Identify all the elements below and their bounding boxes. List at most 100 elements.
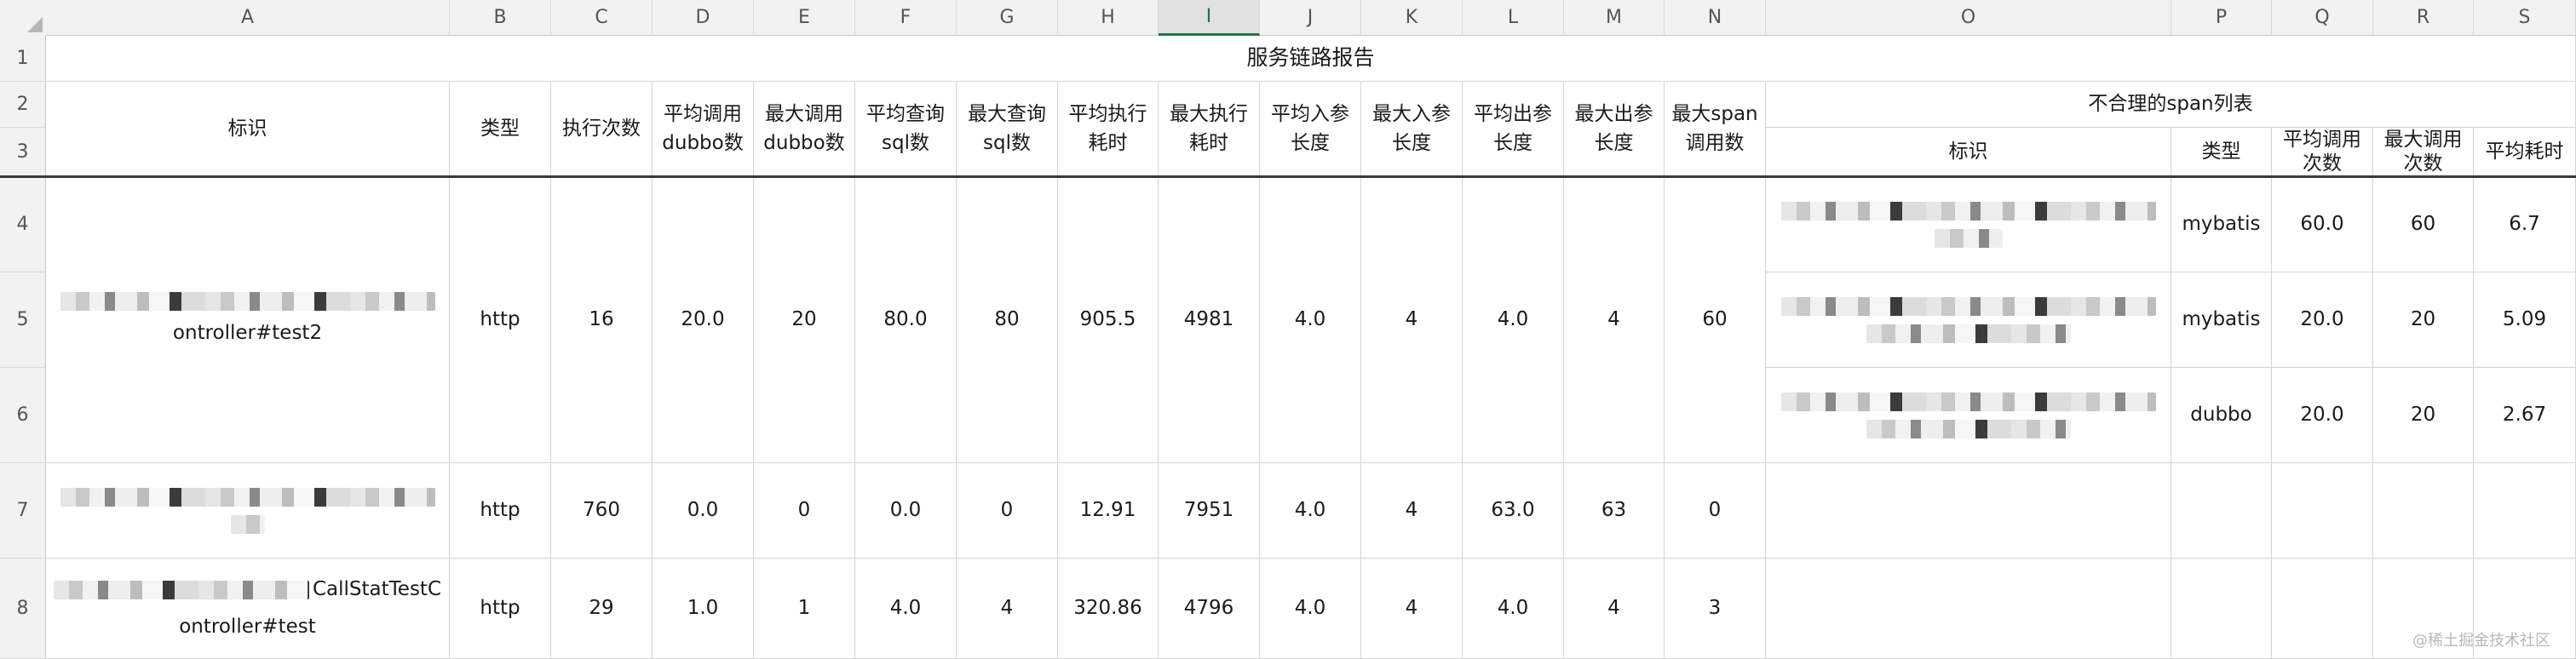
header-max-dubbo[interactable]: 最大调用dubbo数	[754, 82, 855, 177]
header-type[interactable]: 类型	[450, 82, 551, 177]
record-3-avg-sql[interactable]: 4.0	[855, 559, 957, 659]
record-3-span-empty[interactable]	[1766, 559, 2171, 659]
record-2-type[interactable]: http	[450, 463, 551, 559]
record-2-max-sql[interactable]: 0	[957, 463, 1058, 559]
header-avg-time[interactable]: 平均执行耗时	[1058, 82, 1159, 177]
record-1-avg-time[interactable]: 905.5	[1058, 177, 1159, 463]
record-2-max-span[interactable]: 0	[1665, 463, 1766, 559]
header-avg-in[interactable]: 平均入参长度	[1260, 82, 1361, 177]
header-avg-sql[interactable]: 平均查询sql数	[855, 82, 957, 177]
record-2-max-dubbo[interactable]: 0	[754, 463, 855, 559]
span-1-type[interactable]: mybatis	[2171, 177, 2272, 272]
span-3-max-calls[interactable]: 20	[2373, 368, 2474, 463]
span-3-identifier[interactable]	[1766, 368, 2171, 463]
header-max-sql[interactable]: 最大查询sql数	[957, 82, 1058, 177]
record-2-avg-in[interactable]: 4.0	[1260, 463, 1361, 559]
span-3-avg-calls[interactable]: 20.0	[2272, 368, 2373, 463]
header-max-time[interactable]: 最大执行耗时	[1159, 82, 1260, 177]
record-3-max-sql[interactable]: 4	[957, 559, 1058, 659]
record-2-max-out[interactable]: 63	[1564, 463, 1665, 559]
header-span-avg-time[interactable]: 平均耗时	[2474, 128, 2576, 177]
row-header-2[interactable]: 2	[0, 82, 46, 128]
record-2-avg-sql[interactable]: 0.0	[855, 463, 957, 559]
record-2-span-avg-empty[interactable]	[2272, 463, 2373, 559]
record-3-type[interactable]: http	[450, 559, 551, 659]
record-3-avg-out[interactable]: 4.0	[1463, 559, 1564, 659]
span-2-avg-calls[interactable]: 20.0	[2272, 272, 2373, 368]
row-header-3[interactable]: 3	[0, 128, 46, 177]
record-2-span-type-empty[interactable]	[2171, 463, 2272, 559]
span-1-max-calls[interactable]: 60	[2373, 177, 2474, 272]
span-3-type[interactable]: dubbo	[2171, 368, 2272, 463]
header-avg-out[interactable]: 平均出参长度	[1463, 82, 1564, 177]
header-span-identifier[interactable]: 标识	[1766, 128, 2171, 177]
record-1-max-in[interactable]: 4	[1361, 177, 1463, 463]
record-2-exec[interactable]: 760	[551, 463, 653, 559]
column-header-l[interactable]: L	[1463, 0, 1564, 36]
span-2-type[interactable]: mybatis	[2171, 272, 2272, 368]
column-header-m[interactable]: M	[1564, 0, 1665, 36]
select-all-corner[interactable]	[0, 0, 47, 37]
column-header-a[interactable]: A	[46, 0, 450, 36]
span-1-identifier[interactable]	[1766, 177, 2171, 272]
row-header-6[interactable]: 6	[0, 368, 46, 463]
record-2-max-in[interactable]: 4	[1361, 463, 1463, 559]
record-1-max-sql[interactable]: 80	[957, 177, 1058, 463]
span-2-max-calls[interactable]: 20	[2373, 272, 2474, 368]
column-header-q[interactable]: Q	[2272, 0, 2373, 36]
record-1-avg-sql[interactable]: 80.0	[855, 177, 957, 463]
header-avg-dubbo[interactable]: 平均调用dubbo数	[653, 82, 754, 177]
record-2-avg-out[interactable]: 63.0	[1463, 463, 1564, 559]
record-2-span-max-empty[interactable]	[2373, 463, 2474, 559]
span-2-avg-time[interactable]: 5.09	[2474, 272, 2576, 368]
record-3-max-dubbo[interactable]: 1	[754, 559, 855, 659]
row-header-8[interactable]: 8	[0, 559, 46, 659]
record-1-max-dubbo[interactable]: 20	[754, 177, 855, 463]
report-title-cell[interactable]: 服务链路报告	[46, 36, 2576, 82]
row-header-5[interactable]: 5	[0, 272, 46, 368]
column-header-d[interactable]: D	[653, 0, 754, 36]
record-3-avg-time[interactable]: 320.86	[1058, 559, 1159, 659]
column-header-h[interactable]: H	[1058, 0, 1159, 36]
span-2-identifier[interactable]	[1766, 272, 2171, 368]
record-2-avg-dubbo[interactable]: 0.0	[653, 463, 754, 559]
header-span-type[interactable]: 类型	[2171, 128, 2272, 177]
record-1-max-span[interactable]: 60	[1665, 177, 1766, 463]
column-header-r[interactable]: R	[2373, 0, 2474, 36]
column-header-c[interactable]: C	[551, 0, 653, 36]
column-header-g[interactable]: G	[957, 0, 1058, 36]
record-3-max-time[interactable]: 4796	[1159, 559, 1260, 659]
column-header-p[interactable]: P	[2171, 0, 2272, 36]
record-3-exec[interactable]: 29	[551, 559, 653, 659]
column-header-k[interactable]: K	[1361, 0, 1463, 36]
header-max-in[interactable]: 最大入参长度	[1361, 82, 1463, 177]
record-3-avg-in[interactable]: 4.0	[1260, 559, 1361, 659]
column-header-f[interactable]: F	[855, 0, 957, 36]
record-3-span-avg-empty[interactable]	[2272, 559, 2373, 659]
span-3-avg-time[interactable]: 2.67	[2474, 368, 2576, 463]
record-1-identifier[interactable]: ontroller#test2	[46, 177, 450, 463]
record-3-span-type-empty[interactable]	[2171, 559, 2272, 659]
record-1-avg-dubbo[interactable]: 20.0	[653, 177, 754, 463]
record-1-max-time[interactable]: 4981	[1159, 177, 1260, 463]
row-header-4[interactable]: 4	[0, 177, 46, 272]
column-header-s[interactable]: S	[2474, 0, 2576, 36]
header-max-span[interactable]: 最大span调用数	[1665, 82, 1766, 177]
record-3-identifier[interactable]: CallStatTestC ontroller#test	[46, 559, 450, 659]
record-3-max-span[interactable]: 3	[1665, 559, 1766, 659]
column-header-b[interactable]: B	[450, 0, 551, 36]
header-span-group[interactable]: 不合理的span列表	[1766, 82, 2576, 128]
header-span-avg-calls[interactable]: 平均调用次数	[2272, 128, 2373, 177]
row-header-7[interactable]: 7	[0, 463, 46, 559]
record-3-avg-dubbo[interactable]: 1.0	[653, 559, 754, 659]
column-header-o[interactable]: O	[1766, 0, 2171, 36]
record-3-max-in[interactable]: 4	[1361, 559, 1463, 659]
record-2-span-time-empty[interactable]	[2474, 463, 2576, 559]
header-span-max-calls[interactable]: 最大调用次数	[2373, 128, 2474, 177]
header-exec-count[interactable]: 执行次数	[551, 82, 653, 177]
record-2-identifier[interactable]	[46, 463, 450, 559]
record-2-avg-time[interactable]: 12.91	[1058, 463, 1159, 559]
column-header-n[interactable]: N	[1665, 0, 1766, 36]
header-max-out[interactable]: 最大出参长度	[1564, 82, 1665, 177]
column-header-e[interactable]: E	[754, 0, 855, 36]
